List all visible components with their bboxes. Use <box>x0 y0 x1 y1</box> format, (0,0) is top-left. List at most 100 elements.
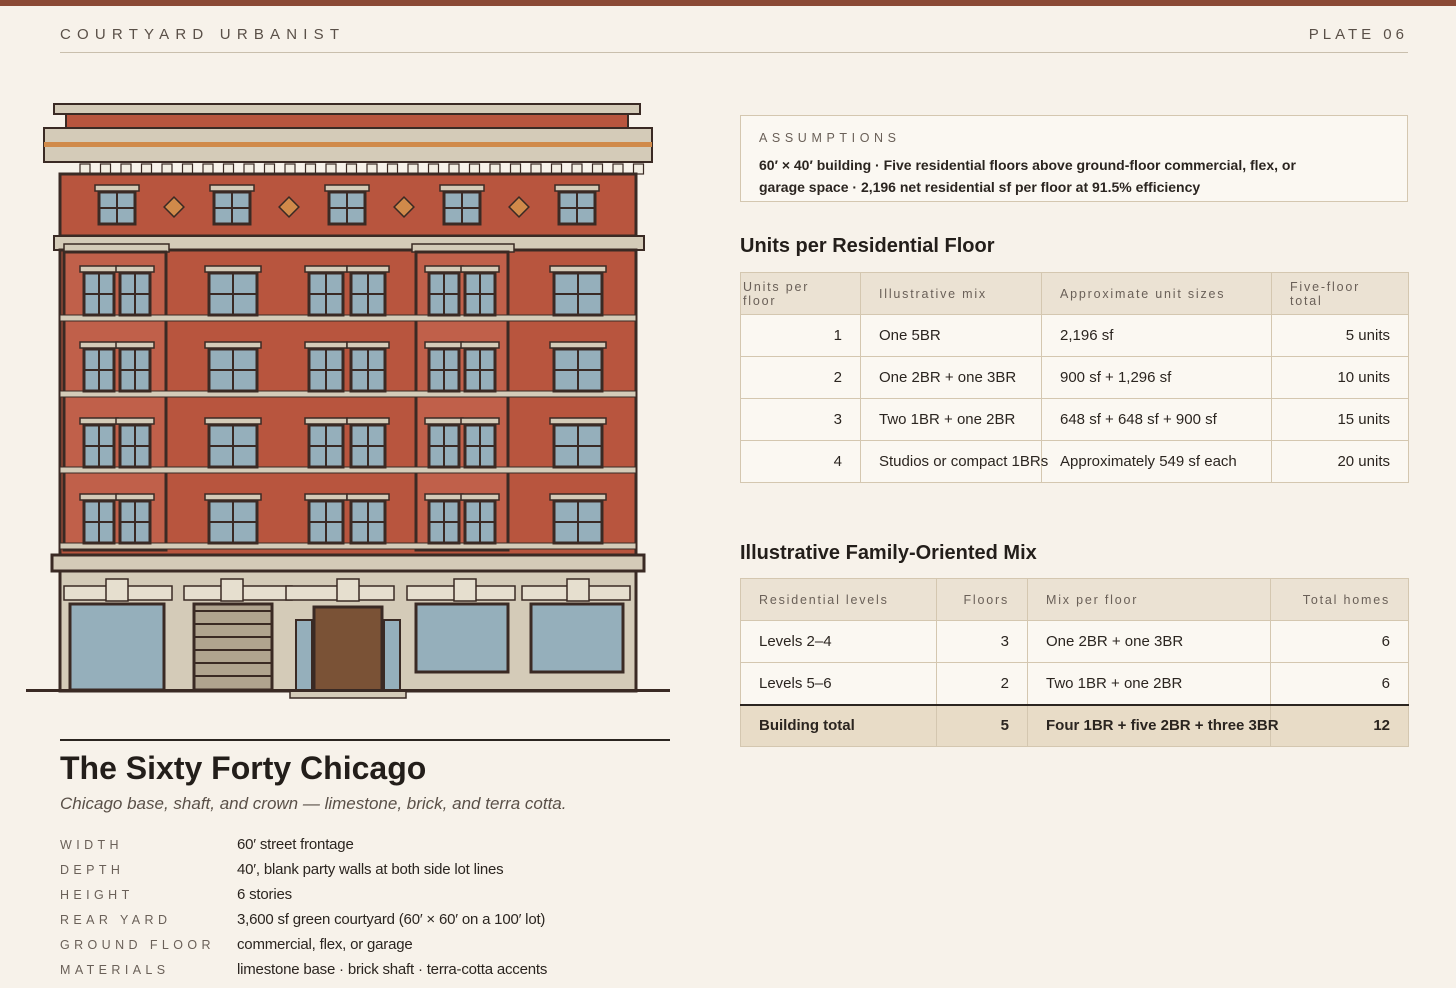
window-lintel <box>304 265 348 273</box>
table-cell: Building total <box>740 703 937 747</box>
spec-label: REAR YARD <box>60 912 172 927</box>
keystone <box>220 578 244 602</box>
table-cell: Two 1BR + one 2BR <box>1027 662 1271 705</box>
window-lintel <box>424 417 464 425</box>
spec-label: MATERIALS <box>60 962 170 977</box>
column-header: Mix per floor <box>1027 578 1271 621</box>
table-cell: Studios or compact 1BRs <box>860 440 1048 483</box>
storefront-glass <box>529 602 625 674</box>
table-cell: One 5BR <box>860 314 1042 357</box>
spec-label: DEPTH <box>60 862 125 877</box>
cornice-cap <box>53 103 641 115</box>
window-lintel <box>439 184 485 192</box>
garage-door-line <box>194 675 272 677</box>
assumptions-text: 60′ × 40′ building · Five residential fl… <box>759 157 1296 195</box>
column-header: Total homes <box>1270 578 1409 621</box>
window-lintel <box>79 493 119 501</box>
window-lintel <box>204 493 262 501</box>
table-cell: 5 <box>936 703 1028 747</box>
spec-label: WIDTH <box>60 837 123 852</box>
table-cell: 648 sf + 648 sf + 900 sf <box>1041 398 1272 441</box>
garage-door-line <box>194 636 272 638</box>
garage-door <box>192 602 274 692</box>
table-cell: Two 1BR + one 2BR <box>860 398 1042 441</box>
assumptions-label: ASSUMPTIONS <box>759 131 901 145</box>
storefront-glass <box>414 602 510 674</box>
spec-value: 60′ street frontage <box>237 836 354 853</box>
building-subtitle: Chicago base, shaft, and crown — limesto… <box>60 794 567 813</box>
table-row: 2 One 2BR + one 3BR 900 sf + 1,296 sf 10… <box>740 356 1409 399</box>
table-header-row: Residential levels Floors Mix per floor … <box>740 578 1409 621</box>
table-cell: 10 units <box>1271 356 1409 399</box>
window-lintel <box>549 265 607 273</box>
garage-door-line <box>194 610 272 612</box>
table-cell: 6 <box>1270 662 1409 705</box>
terracotta-stripe <box>44 142 652 147</box>
keystone <box>453 578 477 602</box>
table-cell: 2 <box>936 662 1028 705</box>
window-lintel <box>304 417 348 425</box>
units-section-title: Units per Residential Floor <box>740 235 995 257</box>
spec-row-ground-floor: GROUND FLOOR commercial, flex, or garage <box>60 932 680 957</box>
table-cell: Levels 2–4 <box>740 620 937 663</box>
table-cell: 1 <box>740 314 861 357</box>
spec-row-height: HEIGHT 6 stories <box>60 882 680 907</box>
window-lintel <box>460 417 500 425</box>
units-per-floor-table: Units per floor Illustrative mix Approxi… <box>740 272 1409 483</box>
table-cell: 6 <box>1270 620 1409 663</box>
building-title: The Sixty Forty Chicago <box>60 750 427 786</box>
sidelight <box>295 619 313 691</box>
keystone <box>105 578 129 602</box>
window-lintel <box>424 341 464 349</box>
column-header: Approximate unit sizes <box>1041 272 1272 315</box>
table-cell: One 2BR + one 3BR <box>1027 620 1271 663</box>
brand-name: COURTYARD URBANIST <box>60 26 346 43</box>
sidelight <box>383 619 401 691</box>
table-row: 4 Studios or compact 1BRs Approximately … <box>740 440 1409 483</box>
spec-value: limestone base · brick shaft · terra-cot… <box>237 961 548 978</box>
window-lintel <box>94 184 140 192</box>
column-header: Floors <box>936 578 1028 621</box>
window-lintel <box>460 493 500 501</box>
table-row: Levels 2–4 3 One 2BR + one 3BR 6 <box>740 620 1409 663</box>
garage-door-line <box>194 649 272 651</box>
table-cell: 5 units <box>1271 314 1409 357</box>
table-cell: 900 sf + 1,296 sf <box>1041 356 1272 399</box>
spec-value: 6 stories <box>237 886 292 903</box>
table-cell: 3 <box>740 398 861 441</box>
window-lintel <box>209 184 255 192</box>
table-cell: 2 <box>740 356 861 399</box>
spec-row-materials: MATERIALS limestone base · brick shaft ·… <box>60 957 680 982</box>
base-cap-band <box>50 553 646 573</box>
window-lintel <box>324 184 370 192</box>
window-lintel <box>460 341 500 349</box>
window-lintel <box>346 417 390 425</box>
window-lintel <box>115 417 155 425</box>
table-header-row: Units per floor Illustrative mix Approxi… <box>740 272 1409 315</box>
table-row: 3 Two 1BR + one 2BR 648 sf + 648 sf + 90… <box>740 398 1409 441</box>
window-lintel <box>424 493 464 501</box>
table-cell: 12 <box>1270 703 1409 747</box>
spec-row-rear-yard: REAR YARD 3,600 sf green courtyard (60′ … <box>60 907 680 932</box>
keystone <box>336 578 360 602</box>
header-divider <box>60 52 1408 53</box>
window-lintel <box>346 493 390 501</box>
window-lintel <box>549 417 607 425</box>
window-lintel <box>304 341 348 349</box>
garage-door-line <box>194 662 272 664</box>
window-lintel <box>346 265 390 273</box>
column-header: Illustrative mix <box>860 272 1042 315</box>
window-lintel <box>549 493 607 501</box>
keystone <box>566 578 590 602</box>
window-lintel <box>204 341 262 349</box>
spec-value: 40′, blank party walls at both side lot … <box>237 861 504 878</box>
spec-label: HEIGHT <box>60 887 134 902</box>
window-lintel <box>204 417 262 425</box>
window-lintel <box>79 341 119 349</box>
family-mix-table: Residential levels Floors Mix per floor … <box>740 578 1409 747</box>
window-lintel <box>115 493 155 501</box>
window-lintel <box>204 265 262 273</box>
ground-line <box>26 689 670 692</box>
table-cell: 4 <box>740 440 861 483</box>
storefront-glass <box>68 602 166 692</box>
